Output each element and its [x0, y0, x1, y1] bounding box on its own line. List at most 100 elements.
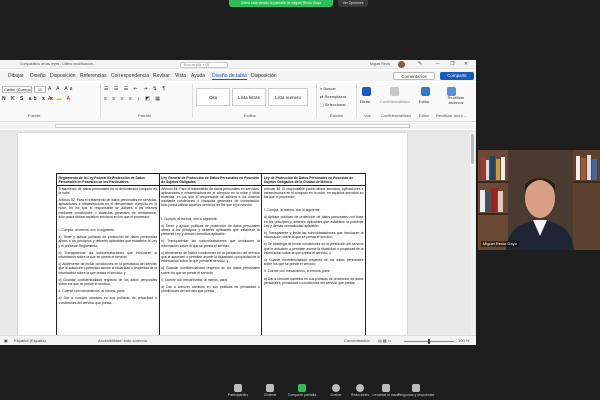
menu-referencias[interactable]: Referencias — [80, 73, 107, 79]
paragraph: Artículo 38. El responsable podrá utiliz… — [263, 186, 364, 199]
editor-label[interactable]: Editor — [419, 99, 429, 104]
book — [481, 158, 485, 180]
chat-icon — [266, 384, 274, 392]
language-status[interactable]: Español (España) — [14, 338, 46, 343]
paragraph: a) Dar a conocer cambios en sus política… — [161, 284, 260, 294]
style-lista-numero[interactable]: Lista numero — [268, 88, 308, 106]
select-button[interactable]: ⬚ Seleccionar — [320, 102, 346, 107]
menu-bar: Dibujar Diseño Disposición Referencias C… — [0, 71, 476, 81]
participant-video[interactable]: Miguel Recio Gayo — [478, 150, 600, 250]
accessibility-status[interactable]: Accesibilidad: todo correcto — [98, 338, 147, 343]
minimize-icon[interactable]: ─ — [436, 61, 440, 68]
font-size-select[interactable]: 11 — [34, 86, 46, 93]
menu-diseno[interactable]: Diseño — [30, 73, 46, 79]
column-heading: Reglamento de la Ley Federal de Protecci… — [58, 175, 146, 184]
raise-hand-icon — [382, 384, 390, 392]
group-estilos: Estilos — [244, 113, 256, 118]
table-column-2[interactable]: Ley General de Protección de Datos Perso… — [159, 174, 263, 337]
divider — [159, 184, 262, 186]
qa-button[interactable]: Preguntas y respuestas — [392, 384, 440, 397]
share-label: Compartir — [447, 73, 467, 78]
comments-label: Comentarios — [401, 74, 427, 79]
vertical-scrollbar[interactable] — [470, 130, 475, 335]
book — [491, 188, 497, 212]
editor-icon[interactable] — [421, 87, 430, 96]
ruler-track[interactable] — [55, 124, 410, 128]
comparison-table[interactable]: Reglamento de la Ley Federal de Protecci… — [56, 173, 366, 338]
book — [587, 155, 591, 180]
group-edicion: Edición — [330, 113, 344, 118]
paragraph: c) Abstenerse de incluir condiciones en … — [58, 262, 158, 275]
menu-ayuda[interactable]: Ayuda — [191, 73, 205, 79]
video-feed — [478, 150, 600, 250]
view-options-button[interactable]: Ver Opciones — [338, 0, 368, 7]
reactions-icon — [356, 384, 364, 392]
reuse-files-label[interactable]: Reutilizar archivos — [440, 95, 472, 105]
screen-share-banner: Usted está viendo la pantalla de Miguel … — [229, 0, 333, 7]
search-box[interactable]: Buscar (Alt + Q) — [180, 61, 228, 68]
menu-dibujar[interactable]: Dibujar — [8, 73, 24, 79]
group-editor: Editor — [419, 113, 430, 118]
column-heading: Ley General de Protección de Datos Perso… — [161, 175, 260, 184]
dictate-label[interactable]: Dictar — [360, 99, 370, 104]
book — [486, 160, 489, 180]
focus-mode[interactable]: Concentración — [344, 338, 370, 343]
paragraph: a) Dar a conocer cambios en sus política… — [58, 296, 158, 305]
divider — [316, 84, 317, 118]
column-heading: Ley de Protección de Datos Personales en… — [263, 175, 354, 184]
user-name: Miguel Recio — [370, 62, 391, 66]
font-grow-shrink-icon[interactable]: A A Aa — [48, 86, 74, 92]
close-icon[interactable]: ✕ — [464, 61, 468, 68]
scrollbar-thumb[interactable] — [471, 134, 474, 164]
menu-diseno-tabla[interactable]: Diseño de tabla — [212, 73, 247, 80]
document-canvas: Reglamento de la Ley Federal de Protecci… — [0, 130, 476, 338]
font-name-select[interactable]: Calibri (Cuerpo) — [2, 86, 32, 93]
pen-icon[interactable]: ✎ — [418, 61, 422, 68]
style-lista-letras[interactable]: Lista letras — [232, 88, 266, 106]
menu-correspondencia[interactable]: Correspondencia — [111, 73, 149, 79]
restore-icon[interactable]: ❐ — [450, 61, 454, 68]
book — [576, 156, 580, 180]
sensitivity-label[interactable]: Confidencialidad — [380, 99, 410, 104]
paragraph: I. Cumpla, al menos, con lo siguiente: — [161, 216, 218, 221]
proofing-icon[interactable]: ▣ — [4, 338, 8, 343]
share-button[interactable]: Compartir — [440, 72, 474, 80]
word-window: Comparativa de las leyes - Último modifi… — [0, 60, 476, 345]
menu-disposicion-tabla[interactable]: Disposición — [251, 73, 277, 79]
paragraph: II. Cuente con mecanismos, al menos, par… — [58, 289, 125, 294]
align-icons[interactable]: ≡ ≡ ≡ ≡ ↕ ◩ ▦ — [104, 96, 162, 102]
list-icons[interactable]: ☰ ☰ ☰ ⇤ ⇥ ⇅ ¶ — [104, 86, 167, 92]
zoom-top-bar: Usted está viendo la pantalla de Miguel … — [0, 0, 600, 10]
menu-vista[interactable]: Vista — [175, 73, 186, 79]
book — [592, 159, 597, 180]
zoom-slider-handle[interactable] — [428, 338, 430, 344]
comments-button[interactable]: Comentarios — [393, 72, 435, 80]
book — [498, 191, 503, 212]
ruler[interactable] — [0, 123, 476, 129]
style-cita[interactable]: Cita — [196, 88, 230, 106]
replace-button[interactable]: ⇄ Reemplazar — [320, 94, 346, 99]
find-button[interactable]: ⌕ Buscar — [320, 86, 336, 91]
zoom-level[interactable]: 100 % — [458, 338, 469, 343]
paragraph: a) Dar a conocer cambios en sus política… — [263, 276, 364, 285]
paragraph: b) Transparente y limite las subcontrata… — [263, 230, 364, 240]
book — [501, 157, 505, 180]
avatar[interactable] — [398, 61, 405, 68]
book — [480, 190, 485, 212]
microphone-icon[interactable] — [362, 87, 371, 96]
view-mode-icons[interactable]: ▤ ▦ ▭ — [378, 338, 392, 343]
document-page[interactable]: Reglamento de la Ley Federal de Protecci… — [18, 133, 407, 338]
table-column-3[interactable]: Ley de Protección de Datos Personales en… — [262, 174, 365, 337]
zoom-toolbar: Participantes Chatear Compartir pantalla… — [0, 383, 600, 400]
menu-revisar[interactable]: Revisar — [153, 73, 170, 79]
paragraph: a) Tener y aplicar políticas de protecci… — [58, 235, 158, 248]
menu-disposicion[interactable]: Disposición — [50, 73, 76, 79]
book — [486, 192, 490, 212]
sensitivity-icon[interactable] — [390, 87, 399, 96]
format-bold-italic-icon[interactable]: N K S ab x x — [2, 96, 55, 102]
status-bar: ▣ Español (España) Accesibilidad: todo c… — [0, 335, 476, 345]
paragraph: c) Abstenerse de incluir condiciones en … — [161, 250, 260, 264]
document-tab-title[interactable]: Comparativa de las leyes - Último modifi… — [20, 61, 150, 68]
table-column-1[interactable]: Reglamento de la Ley Federal de Protecci… — [57, 174, 160, 337]
font-color-icon[interactable]: A ▬ A — [48, 96, 72, 102]
